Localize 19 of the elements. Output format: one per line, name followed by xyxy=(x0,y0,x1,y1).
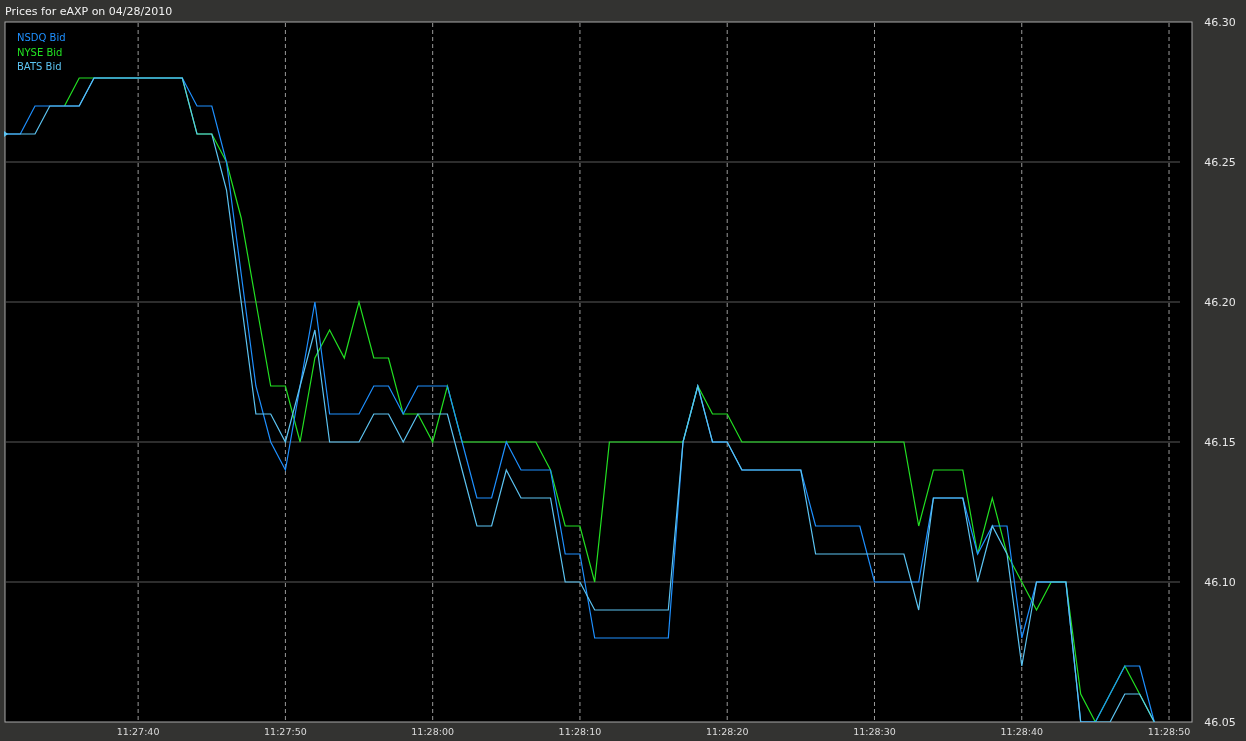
legend-label: NYSE Bid xyxy=(17,46,63,58)
y-tick-label: 46.05 xyxy=(1204,716,1236,729)
chart-title: Prices for eAXP on 04/28/2010 xyxy=(5,5,173,18)
x-tick-label: 11:28:40 xyxy=(1000,726,1044,737)
x-tick-label: 11:27:50 xyxy=(264,726,307,737)
y-tick-label: 46.15 xyxy=(1204,436,1236,449)
x-tick-label: 11:28:10 xyxy=(558,726,602,737)
x-tick-label: 11:28:30 xyxy=(853,726,896,737)
y-tick-label: 46.25 xyxy=(1204,156,1236,169)
y-tick-label: 46.10 xyxy=(1204,576,1236,589)
x-tick-label: 11:27:40 xyxy=(116,726,160,737)
legend-label: NSDQ Bid xyxy=(17,32,66,43)
x-tick-label: 11:28:00 xyxy=(411,726,454,737)
y-tick-label: 46.20 xyxy=(1204,296,1236,309)
y-tick-label: 46.30 xyxy=(1204,16,1236,29)
value-marker-icon xyxy=(4,131,8,137)
x-tick-label: 11:28:20 xyxy=(705,726,749,737)
legend-label: BATS Bid xyxy=(17,61,62,72)
x-tick-label: 11:28:50 xyxy=(1147,726,1191,737)
